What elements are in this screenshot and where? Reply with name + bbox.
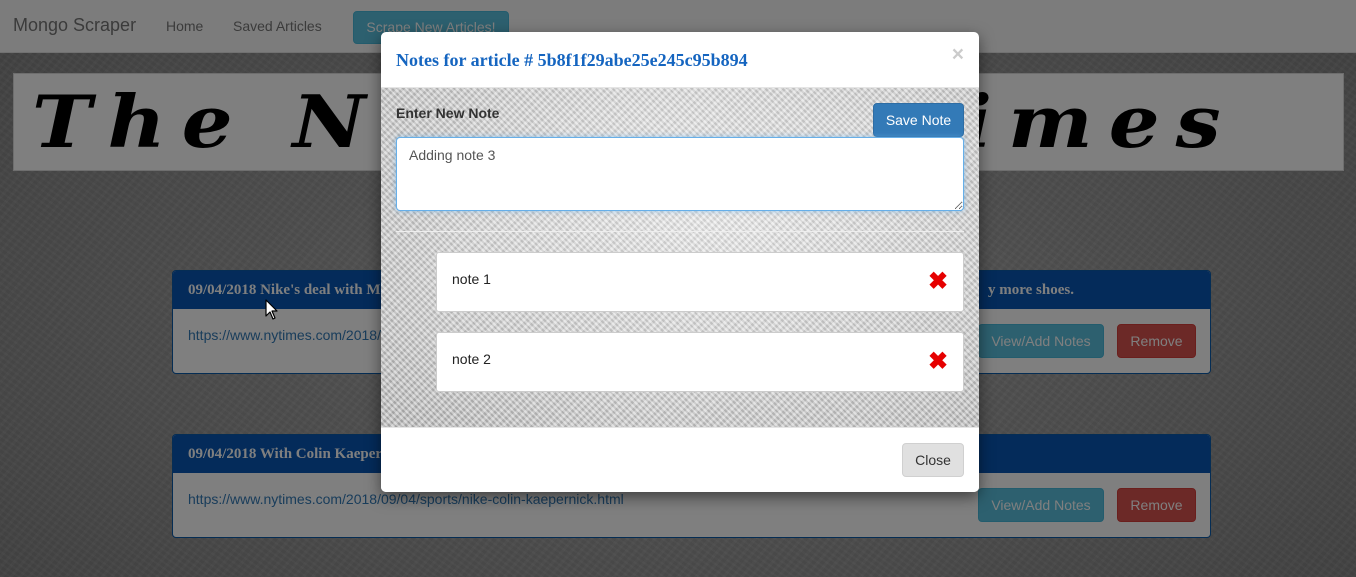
modal-footer: Close — [381, 427, 979, 492]
note-item: note 1 ✖ — [436, 252, 964, 312]
mouse-cursor-icon — [265, 299, 278, 320]
note-text: note 2 — [452, 351, 491, 367]
close-modal-button[interactable]: Close — [902, 443, 964, 477]
new-note-textarea[interactable]: Adding note 3 — [396, 137, 964, 211]
delete-note-icon[interactable]: ✖ — [927, 350, 949, 374]
note-item: note 2 ✖ — [436, 332, 964, 392]
new-note-label: Enter New Note — [396, 105, 500, 121]
close-icon[interactable]: × — [952, 44, 964, 65]
delete-note-icon[interactable]: ✖ — [927, 270, 949, 294]
modal-header: Notes for article # 5b8f1f29abe25e245c95… — [381, 32, 979, 88]
divider — [396, 231, 964, 232]
modal-body: Enter New Note Save Note Adding note 3 n… — [381, 88, 979, 427]
notes-modal: Notes for article # 5b8f1f29abe25e245c95… — [381, 32, 979, 492]
modal-title: Notes for article # 5b8f1f29abe25e245c95… — [396, 50, 748, 70]
note-text: note 1 — [452, 271, 491, 287]
save-note-button[interactable]: Save Note — [873, 103, 964, 137]
